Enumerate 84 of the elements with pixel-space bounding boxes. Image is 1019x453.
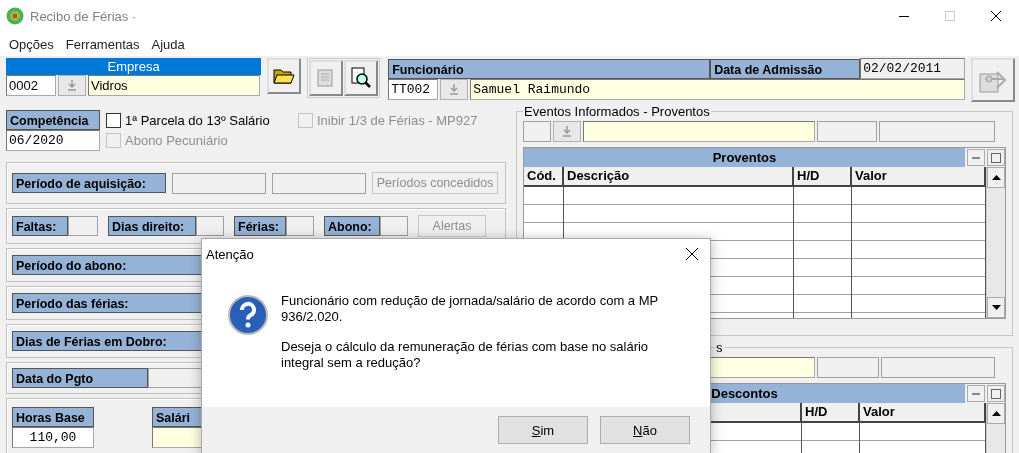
scroll-up-icon[interactable] bbox=[991, 411, 1001, 416]
maximize-icon bbox=[945, 11, 955, 21]
scroll-up-icon[interactable] bbox=[991, 175, 1001, 180]
checkbox[interactable] bbox=[106, 113, 121, 128]
date-field[interactable] bbox=[172, 172, 266, 194]
dialog-title: Atenção bbox=[206, 246, 254, 262]
value-field[interactable] bbox=[879, 121, 995, 142]
date-field[interactable] bbox=[272, 172, 366, 194]
download-arrow-icon bbox=[67, 80, 77, 91]
close-icon bbox=[991, 11, 1001, 21]
code-field[interactable] bbox=[523, 121, 551, 142]
yes-button[interactable]: Sim bbox=[498, 416, 588, 444]
lookup-button[interactable] bbox=[58, 75, 86, 96]
close-icon[interactable] bbox=[686, 248, 698, 260]
question-icon bbox=[228, 295, 268, 335]
checkbox-label: Inibir 1/3 de Férias - MP927 bbox=[317, 113, 478, 128]
company-code-field[interactable]: 0002 bbox=[6, 75, 56, 96]
field-label: Férias: bbox=[234, 216, 286, 236]
scroll-down-icon[interactable] bbox=[991, 305, 1001, 310]
window-title: Recibo de Férias · bbox=[30, 8, 138, 24]
description-field[interactable] bbox=[583, 121, 815, 142]
maximize-icon bbox=[991, 152, 1001, 163]
number-field[interactable] bbox=[68, 216, 98, 236]
menu-item[interactable]: Opções bbox=[4, 36, 59, 52]
competence-label: Competência bbox=[6, 110, 100, 130]
minimize-button[interactable] bbox=[967, 149, 985, 166]
download-arrow-icon bbox=[449, 84, 460, 95]
minimize-icon bbox=[899, 15, 909, 17]
field-label: Abono: bbox=[324, 216, 380, 236]
grid-title: Proventos bbox=[524, 148, 965, 167]
field-label: Data do Pgto bbox=[12, 368, 148, 388]
field-label: Dias de Férias em Dobro: bbox=[12, 331, 202, 351]
column-header: Valor bbox=[860, 403, 986, 423]
column-header: Cód. bbox=[524, 167, 564, 187]
column-header: H/D bbox=[802, 403, 860, 423]
no-button[interactable]: Não bbox=[600, 416, 690, 444]
lookup-button[interactable] bbox=[440, 79, 469, 100]
download-arrow-icon bbox=[562, 126, 572, 137]
employee-code-field[interactable]: TT002 bbox=[388, 79, 439, 100]
hours-field[interactable] bbox=[817, 121, 877, 142]
document-search-icon bbox=[350, 67, 373, 89]
company-name-field[interactable]: Vidros bbox=[88, 75, 260, 96]
minimize-icon bbox=[972, 392, 980, 395]
dialog-message: Deseja o cálculo da remuneração de férias com base no salário integral sem a redução? bbox=[281, 339, 650, 371]
column-header: Valor bbox=[852, 167, 986, 187]
globe-icon bbox=[6, 7, 24, 25]
field-label: Faltas: bbox=[12, 216, 68, 236]
maximize-icon bbox=[991, 388, 1001, 399]
field-label: Período do abono: bbox=[12, 255, 202, 275]
column-header: Descrição bbox=[564, 167, 794, 187]
competence-field[interactable]: 06/2020 bbox=[6, 130, 100, 151]
checkbox-label: Abono Pecuniário bbox=[125, 133, 228, 148]
company-label: Empresa bbox=[6, 58, 262, 75]
maximize-button[interactable] bbox=[987, 385, 1005, 402]
admission-label: Data de Admissão bbox=[710, 58, 861, 79]
number-field[interactable] bbox=[196, 216, 224, 236]
field-label: Período de aquisição: bbox=[12, 173, 166, 193]
field-label: Horas Base bbox=[12, 407, 94, 427]
preview-button[interactable] bbox=[344, 60, 379, 96]
menu-item[interactable]: Ajuda bbox=[146, 36, 190, 52]
checkbox-label: 1ª Parcela do 13º Salário bbox=[125, 113, 270, 128]
open-folder-button[interactable] bbox=[267, 58, 302, 94]
folder-icon bbox=[273, 67, 296, 85]
field-label: Período das férias: bbox=[12, 293, 202, 313]
minimize-icon bbox=[972, 156, 980, 159]
menu-item[interactable]: Ferramentas bbox=[60, 36, 145, 52]
number-field[interactable] bbox=[380, 216, 408, 236]
scrollbar[interactable] bbox=[986, 167, 1005, 318]
admission-date-field[interactable]: 02/02/2011 bbox=[860, 58, 966, 79]
employee-name-field[interactable]: Samuel Raimundo bbox=[470, 79, 966, 100]
calculate-button[interactable] bbox=[971, 58, 1015, 102]
dialog-message: Funcionário com redução de jornada/salário de acordo com a MP 936/2.020. bbox=[281, 293, 659, 325]
field-label: Dias direito: bbox=[108, 216, 196, 236]
group-title: Eventos Informados - Proventos bbox=[523, 104, 711, 119]
maximize-button[interactable] bbox=[987, 149, 1005, 166]
column-header: H/D bbox=[794, 167, 852, 187]
employee-label: Funcionário bbox=[388, 58, 711, 79]
value-field[interactable] bbox=[881, 357, 995, 378]
group-title: s bbox=[715, 340, 724, 355]
lookup-button[interactable] bbox=[553, 121, 581, 142]
hours-field[interactable]: 110,00 bbox=[12, 427, 94, 448]
number-field[interactable] bbox=[286, 216, 314, 236]
hours-field[interactable] bbox=[817, 357, 879, 378]
minimize-button[interactable] bbox=[967, 385, 985, 402]
